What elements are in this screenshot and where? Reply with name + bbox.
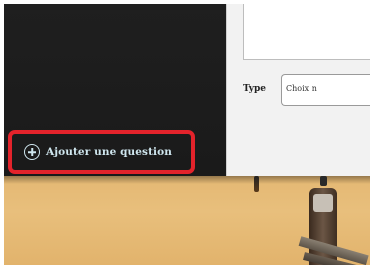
screenshot-frame: Type Choix n Ajouter une question [4, 4, 370, 265]
floor-shadow [4, 176, 370, 184]
plus-circle-icon [24, 144, 40, 160]
scene-post-cap [313, 194, 333, 212]
type-select[interactable]: Choix n [281, 74, 370, 106]
add-question-label: Ajouter une question [46, 146, 172, 158]
question-text-field[interactable] [243, 4, 370, 60]
type-label: Type [243, 84, 266, 94]
scene-stake [254, 176, 259, 192]
question-dialog: Type Choix n [226, 4, 370, 176]
add-question-button[interactable]: Ajouter une question [8, 130, 195, 174]
scene-stake [320, 176, 327, 186]
